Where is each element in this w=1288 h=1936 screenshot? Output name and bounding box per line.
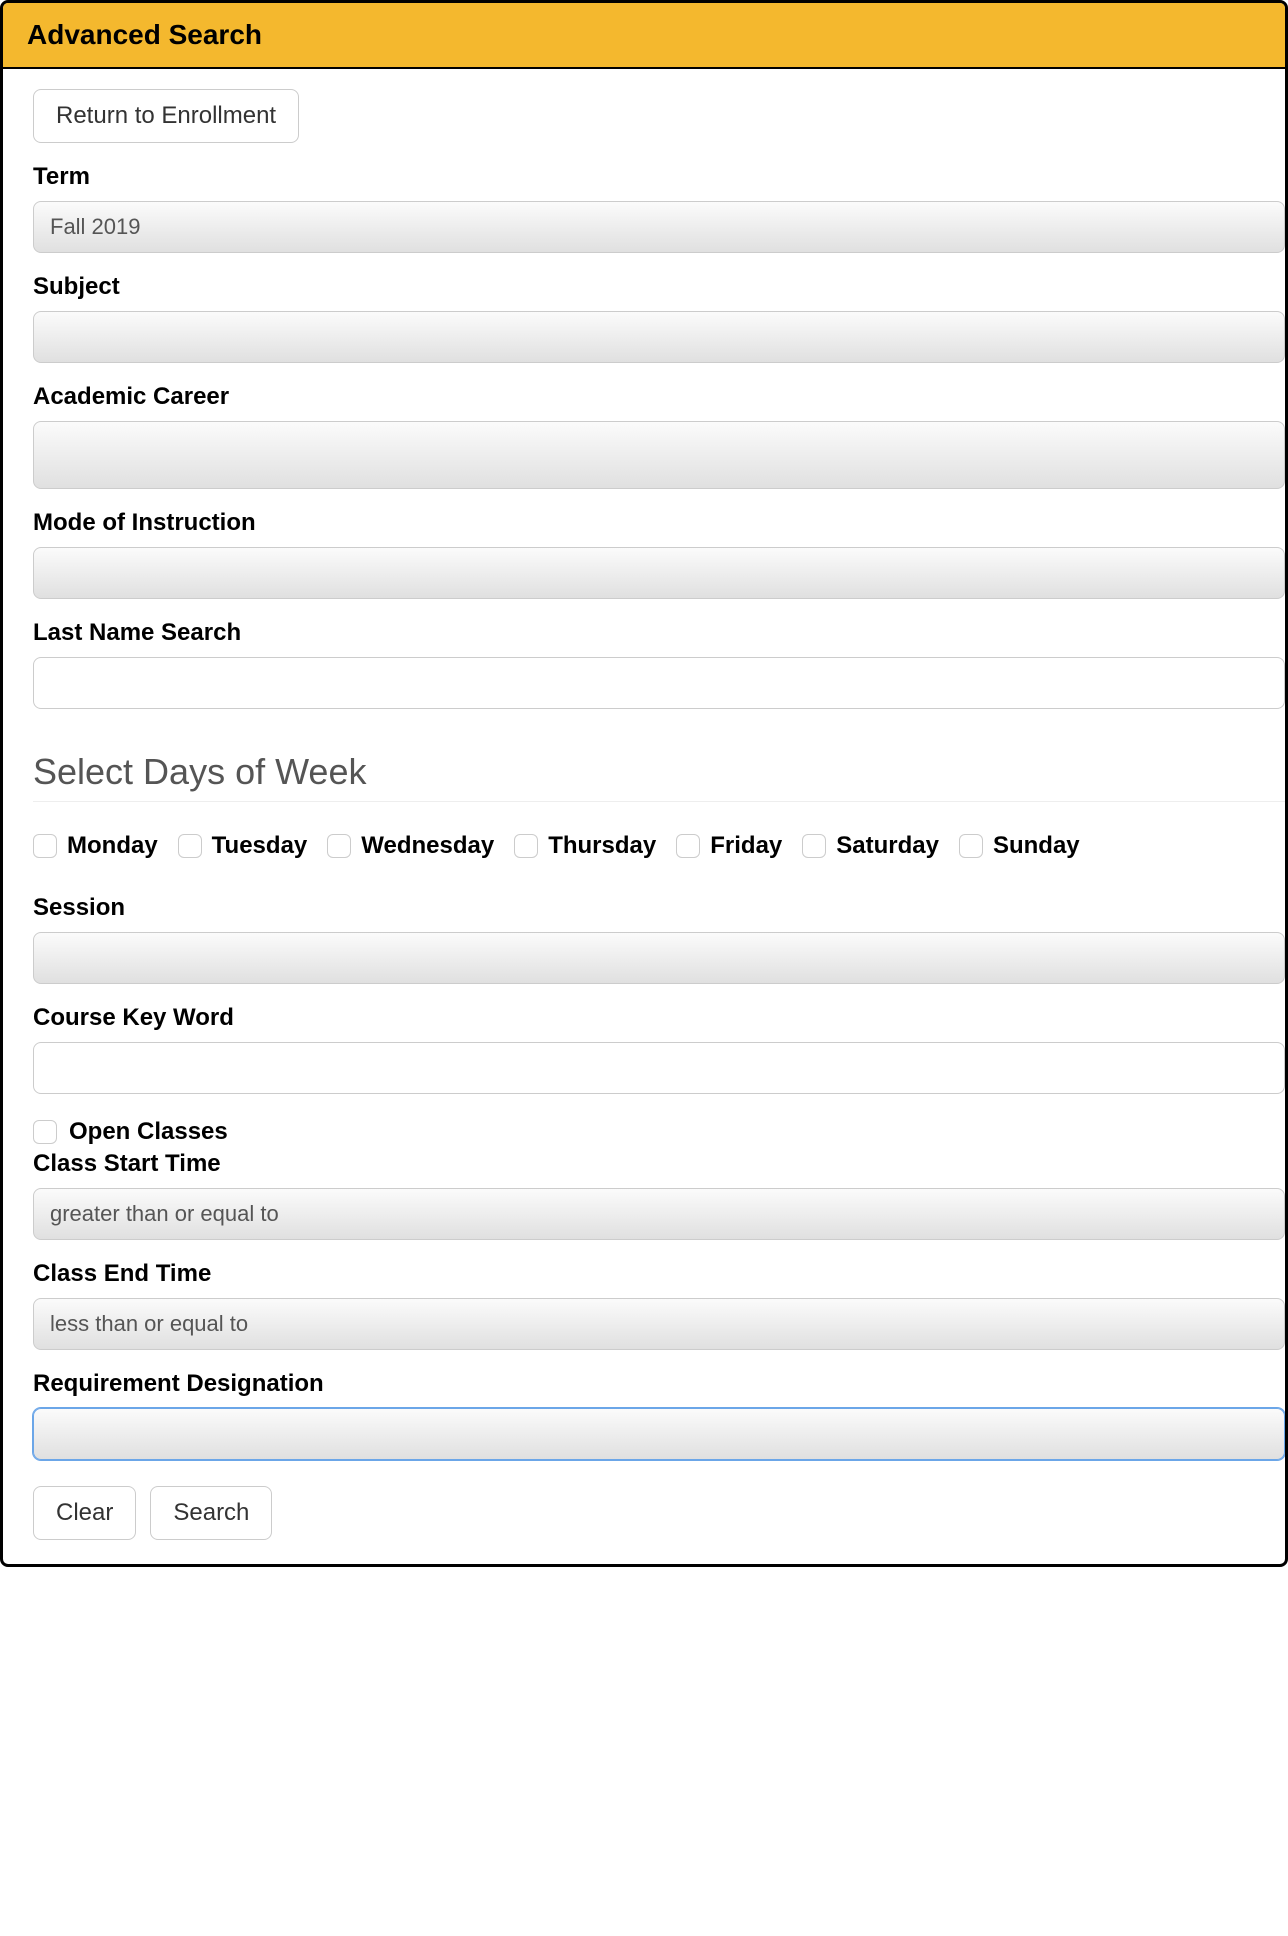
monday-label: Monday: [67, 832, 158, 860]
footer-buttons: Clear Search: [33, 1486, 1285, 1540]
session-select[interactable]: [33, 932, 1285, 984]
last-name-field: Last Name Search: [33, 619, 1285, 709]
requirement-designation-label: Requirement Designation: [33, 1370, 1285, 1398]
course-keyword-input[interactable]: [33, 1042, 1285, 1094]
sunday-checkbox[interactable]: [959, 834, 983, 858]
thursday-checkbox[interactable]: [514, 834, 538, 858]
subject-field: Subject: [33, 273, 1285, 363]
wednesday-label: Wednesday: [361, 832, 494, 860]
day-item-tuesday: Tuesday: [178, 832, 308, 860]
session-label: Session: [33, 894, 1285, 922]
friday-checkbox[interactable]: [676, 834, 700, 858]
wednesday-checkbox[interactable]: [327, 834, 351, 858]
class-end-time-field: Class End Time less than or equal to: [33, 1260, 1285, 1350]
class-start-time-value: greater than or equal to: [50, 1201, 279, 1227]
content-area: Return to Enrollment Term Fall 2019 Subj…: [3, 69, 1285, 1564]
saturday-checkbox[interactable]: [802, 834, 826, 858]
search-button[interactable]: Search: [150, 1486, 272, 1540]
term-label: Term: [33, 163, 1285, 191]
class-start-time-field: Class Start Time greater than or equal t…: [33, 1150, 1285, 1240]
day-item-saturday: Saturday: [802, 832, 939, 860]
saturday-label: Saturday: [836, 832, 939, 860]
monday-checkbox[interactable]: [33, 834, 57, 858]
open-classes-row: Open Classes: [33, 1118, 1285, 1146]
subject-select[interactable]: [33, 311, 1285, 363]
mode-of-instruction-select[interactable]: [33, 547, 1285, 599]
day-item-friday: Friday: [676, 832, 782, 860]
friday-label: Friday: [710, 832, 782, 860]
day-item-sunday: Sunday: [959, 832, 1080, 860]
tuesday-label: Tuesday: [212, 832, 308, 860]
last-name-input[interactable]: [33, 657, 1285, 709]
last-name-label: Last Name Search: [33, 619, 1285, 647]
open-classes-checkbox[interactable]: [33, 1120, 57, 1144]
page-title: Advanced Search: [27, 19, 1261, 51]
class-end-time-value: less than or equal to: [50, 1311, 248, 1337]
academic-career-select[interactable]: [33, 421, 1285, 489]
class-end-time-select[interactable]: less than or equal to: [33, 1298, 1285, 1350]
header-bar: Advanced Search: [3, 3, 1285, 69]
days-of-week-heading: Select Days of Week: [33, 751, 1285, 802]
clear-button[interactable]: Clear: [33, 1486, 136, 1540]
course-keyword-field: Course Key Word: [33, 1004, 1285, 1094]
term-field: Term Fall 2019: [33, 163, 1285, 253]
term-select[interactable]: Fall 2019: [33, 201, 1285, 253]
thursday-label: Thursday: [548, 832, 656, 860]
mode-of-instruction-field: Mode of Instruction: [33, 509, 1285, 599]
class-end-time-label: Class End Time: [33, 1260, 1285, 1288]
return-to-enrollment-button[interactable]: Return to Enrollment: [33, 89, 299, 143]
sunday-label: Sunday: [993, 832, 1080, 860]
day-item-wednesday: Wednesday: [327, 832, 494, 860]
day-item-monday: Monday: [33, 832, 158, 860]
course-keyword-label: Course Key Word: [33, 1004, 1285, 1032]
day-item-thursday: Thursday: [514, 832, 656, 860]
requirement-designation-select[interactable]: [33, 1408, 1285, 1460]
academic-career-label: Academic Career: [33, 383, 1285, 411]
requirement-designation-field: Requirement Designation: [33, 1370, 1285, 1460]
session-field: Session: [33, 894, 1285, 984]
days-of-week-row: Monday Tuesday Wednesday Thursday Friday…: [33, 832, 1285, 860]
tuesday-checkbox[interactable]: [178, 834, 202, 858]
academic-career-field: Academic Career: [33, 383, 1285, 489]
class-start-time-label: Class Start Time: [33, 1150, 1285, 1178]
open-classes-label: Open Classes: [69, 1118, 228, 1146]
advanced-search-window: Advanced Search Return to Enrollment Ter…: [0, 0, 1288, 1567]
subject-label: Subject: [33, 273, 1285, 301]
class-start-time-select[interactable]: greater than or equal to: [33, 1188, 1285, 1240]
mode-of-instruction-label: Mode of Instruction: [33, 509, 1285, 537]
term-value: Fall 2019: [50, 214, 141, 240]
